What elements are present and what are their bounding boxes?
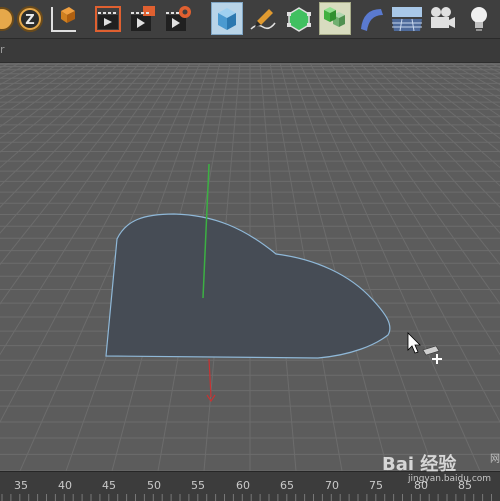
timeline-tick-label: 40 bbox=[58, 479, 72, 492]
timeline-tick-label: 55 bbox=[191, 479, 205, 492]
z-axis-lock-icon[interactable]: Z bbox=[14, 2, 46, 35]
array-cloner-icon[interactable] bbox=[319, 2, 351, 35]
deformer-bend-icon[interactable] bbox=[355, 2, 387, 35]
render-settings-icon[interactable] bbox=[162, 2, 194, 35]
timeline-tick-label: 65 bbox=[280, 479, 294, 492]
timeline-tick-label: 50 bbox=[147, 479, 161, 492]
mouse-cursor-icon bbox=[407, 332, 421, 354]
light-icon[interactable] bbox=[463, 2, 495, 35]
timeline-tick-label: 35 bbox=[14, 479, 28, 492]
watermark-side: 网 bbox=[490, 454, 500, 465]
x-axis-line bbox=[208, 358, 212, 398]
floor-environment-icon[interactable] bbox=[390, 2, 422, 35]
timeline-tick-label: 75 bbox=[369, 479, 383, 492]
main-toolbar: Z bbox=[0, 0, 500, 39]
render-region-icon[interactable] bbox=[92, 2, 124, 35]
heart-spline-shape[interactable] bbox=[105, 213, 391, 359]
cube-primitive-icon[interactable] bbox=[211, 2, 243, 35]
pen-spline-icon[interactable] bbox=[247, 2, 279, 35]
svg-text:Z: Z bbox=[25, 13, 34, 28]
timeline-tick-label: 45 bbox=[102, 479, 116, 492]
viewport-menu-label[interactable]: r bbox=[0, 43, 5, 56]
viewport-header: r bbox=[0, 39, 500, 63]
world-coordinate-icon[interactable] bbox=[47, 2, 79, 35]
camera-icon[interactable] bbox=[426, 2, 458, 35]
timeline-tick-label: 70 bbox=[325, 479, 339, 492]
watermark-logo: Bai 经验 bbox=[382, 454, 457, 475]
render-view-icon[interactable] bbox=[127, 2, 159, 35]
watermark-url: jingyan.baidu.com bbox=[408, 474, 492, 484]
timeline-tick-label: 60 bbox=[236, 479, 250, 492]
subdivision-surface-icon[interactable] bbox=[283, 2, 315, 35]
pen-add-point-icon bbox=[422, 345, 442, 364]
viewport-objects bbox=[105, 163, 442, 403]
3d-viewport[interactable] bbox=[0, 63, 500, 471]
